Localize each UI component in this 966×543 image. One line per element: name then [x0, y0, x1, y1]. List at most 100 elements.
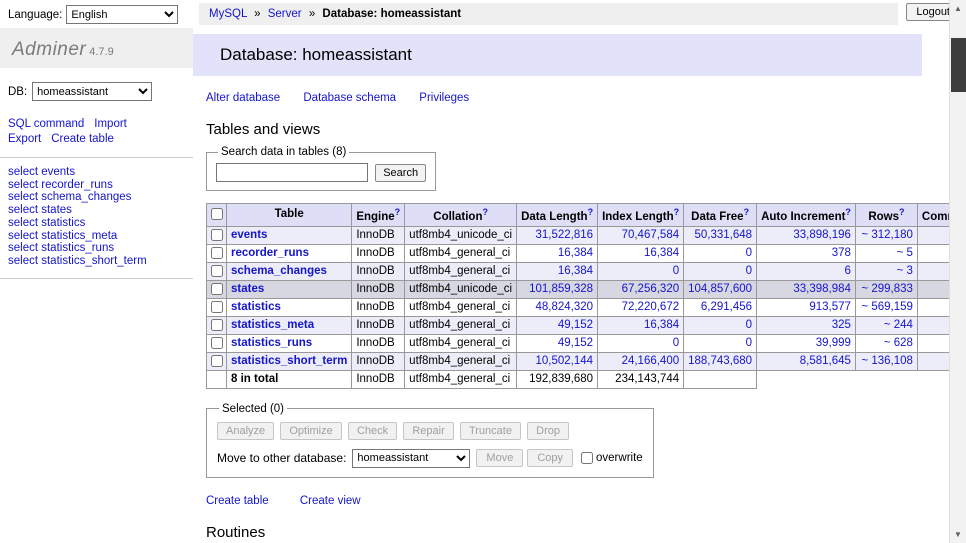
optimize-button[interactable]: Optimize — [280, 422, 341, 440]
auto-increment-link[interactable]: 325 — [832, 319, 851, 331]
export-link[interactable]: Export — [8, 133, 41, 145]
move-db-select[interactable]: homeassistant — [352, 449, 470, 468]
analyze-button[interactable]: Analyze — [217, 422, 274, 440]
repair-button[interactable]: Repair — [403, 422, 453, 440]
truncate-button[interactable]: Truncate — [460, 422, 521, 440]
column-help-link[interactable]: ? — [674, 207, 680, 217]
row-checkbox[interactable] — [211, 355, 223, 367]
drop-button[interactable]: Drop — [527, 422, 569, 440]
rows-link[interactable]: ~ 136,108 — [861, 355, 912, 367]
scrollbar-down-arrow[interactable]: ▼ — [950, 526, 966, 543]
rows-link[interactable]: ~ 3 — [897, 265, 913, 277]
row-checkbox[interactable] — [211, 265, 223, 277]
data-free-link[interactable]: 104,857,600 — [688, 283, 752, 295]
auto-increment-link[interactable]: 8,581,645 — [800, 355, 851, 367]
scrollbar-up-arrow[interactable]: ▲ — [950, 0, 966, 17]
data-length-link[interactable]: 31,522,816 — [536, 229, 594, 241]
data-length-link[interactable]: 49,152 — [558, 319, 593, 331]
row-checkbox[interactable] — [211, 283, 223, 295]
data-length-link[interactable]: 48,824,320 — [536, 301, 594, 313]
auto-increment-link[interactable]: 33,898,196 — [793, 229, 851, 241]
rows-link[interactable]: ~ 244 — [884, 319, 913, 331]
row-checkbox[interactable] — [211, 337, 223, 349]
table-name-link[interactable]: statistics_meta — [231, 319, 314, 331]
data-length-link[interactable]: 10,502,144 — [536, 355, 594, 367]
search-button[interactable]: Search — [375, 164, 426, 182]
sql-command-link[interactable]: SQL command — [8, 118, 84, 130]
column-help-link[interactable]: ? — [482, 207, 488, 217]
data-free-link[interactable]: 188,743,680 — [688, 355, 752, 367]
rows-link[interactable]: ~ 5 — [897, 247, 913, 259]
index-length-link[interactable]: 0 — [673, 337, 679, 349]
column-help-link[interactable]: ? — [395, 207, 401, 217]
table-name-link[interactable]: schema_changes — [231, 265, 327, 277]
table-name-link[interactable]: recorder_runs — [231, 247, 309, 259]
sidebar-item-select-statistics_meta[interactable]: select statistics_meta — [8, 230, 185, 243]
data-length-link[interactable]: 16,384 — [558, 265, 593, 277]
rows-link[interactable]: ~ 569,159 — [861, 301, 912, 313]
sidebar-item-select-schema_changes[interactable]: select schema_changes — [8, 191, 185, 204]
search-input[interactable] — [216, 163, 368, 182]
row-checkbox[interactable] — [211, 247, 223, 259]
data-free-link[interactable]: 0 — [746, 247, 752, 259]
auto-increment-link[interactable]: 913,577 — [809, 301, 851, 313]
breadcrumb-mysql-link[interactable]: MySQL — [209, 8, 247, 20]
column-help-link[interactable]: ? — [588, 207, 594, 217]
column-help-link[interactable]: ? — [899, 207, 905, 217]
create-table-link[interactable]: Create table — [206, 495, 269, 507]
table-name-link[interactable]: events — [231, 229, 267, 241]
data-free-link[interactable]: 6,291,456 — [701, 301, 752, 313]
rows-link[interactable]: ~ 628 — [884, 337, 913, 349]
column-help-link[interactable]: ? — [845, 207, 851, 217]
auto-increment-link[interactable]: 39,999 — [816, 337, 851, 349]
auto-increment-link[interactable]: 6 — [845, 265, 851, 277]
table-name-link[interactable]: states — [231, 283, 264, 295]
rows-link[interactable]: ~ 299,833 — [861, 283, 912, 295]
sidebar-item-select-statistics_runs[interactable]: select statistics_runs — [8, 242, 185, 255]
index-length-link[interactable]: 72,220,672 — [622, 301, 680, 313]
language-select[interactable]: English — [66, 5, 178, 24]
move-button[interactable]: Move — [476, 449, 523, 467]
data-length-link[interactable]: 101,859,328 — [529, 283, 593, 295]
index-length-link[interactable]: 70,467,584 — [622, 229, 680, 241]
row-checkbox[interactable] — [211, 229, 223, 241]
sidebar-item-select-recorder_runs[interactable]: select recorder_runs — [8, 179, 185, 192]
copy-button[interactable]: Copy — [527, 449, 573, 467]
sidebar-item-select-events[interactable]: select events — [8, 166, 185, 179]
sidebar-create-table-link[interactable]: Create table — [51, 133, 114, 145]
import-link[interactable]: Import — [94, 118, 127, 130]
data-free-link[interactable]: 0 — [746, 319, 752, 331]
data-length-link[interactable]: 16,384 — [558, 247, 593, 259]
database-schema-link[interactable]: Database schema — [303, 92, 396, 104]
db-select[interactable]: homeassistant — [32, 82, 152, 101]
overwrite-checkbox[interactable] — [581, 452, 593, 464]
data-free-link[interactable]: 0 — [746, 337, 752, 349]
auto-increment-link[interactable]: 33,398,984 — [793, 283, 851, 295]
row-checkbox[interactable] — [211, 319, 223, 331]
scrollbar-thumb[interactable] — [951, 38, 966, 92]
data-length-link[interactable]: 49,152 — [558, 337, 593, 349]
rows-link[interactable]: ~ 312,180 — [861, 229, 912, 241]
alter-database-link[interactable]: Alter database — [206, 92, 280, 104]
column-help-link[interactable]: ? — [744, 207, 750, 217]
auto-increment-link[interactable]: 378 — [832, 247, 851, 259]
data-free-link[interactable]: 50,331,648 — [695, 229, 753, 241]
sidebar-item-select-statistics[interactable]: select statistics — [8, 217, 185, 230]
index-length-link[interactable]: 0 — [673, 265, 679, 277]
privileges-link[interactable]: Privileges — [419, 92, 469, 104]
data-free-link[interactable]: 0 — [746, 265, 752, 277]
table-name-link[interactable]: statistics_runs — [231, 337, 312, 349]
row-checkbox[interactable] — [211, 301, 223, 313]
sidebar-item-select-states[interactable]: select states — [8, 204, 185, 217]
select-all-checkbox[interactable] — [211, 208, 223, 220]
check-button[interactable]: Check — [348, 422, 397, 440]
create-view-link[interactable]: Create view — [300, 495, 361, 507]
sidebar-item-select-statistics_short_term[interactable]: select statistics_short_term — [8, 255, 185, 268]
index-length-link[interactable]: 16,384 — [644, 247, 679, 259]
table-name-link[interactable]: statistics — [231, 301, 281, 313]
table-name-link[interactable]: statistics_short_term — [231, 355, 347, 367]
index-length-link[interactable]: 16,384 — [644, 319, 679, 331]
index-length-link[interactable]: 67,256,320 — [622, 283, 680, 295]
breadcrumb-server-link[interactable]: Server — [268, 8, 302, 20]
index-length-link[interactable]: 24,166,400 — [622, 355, 680, 367]
